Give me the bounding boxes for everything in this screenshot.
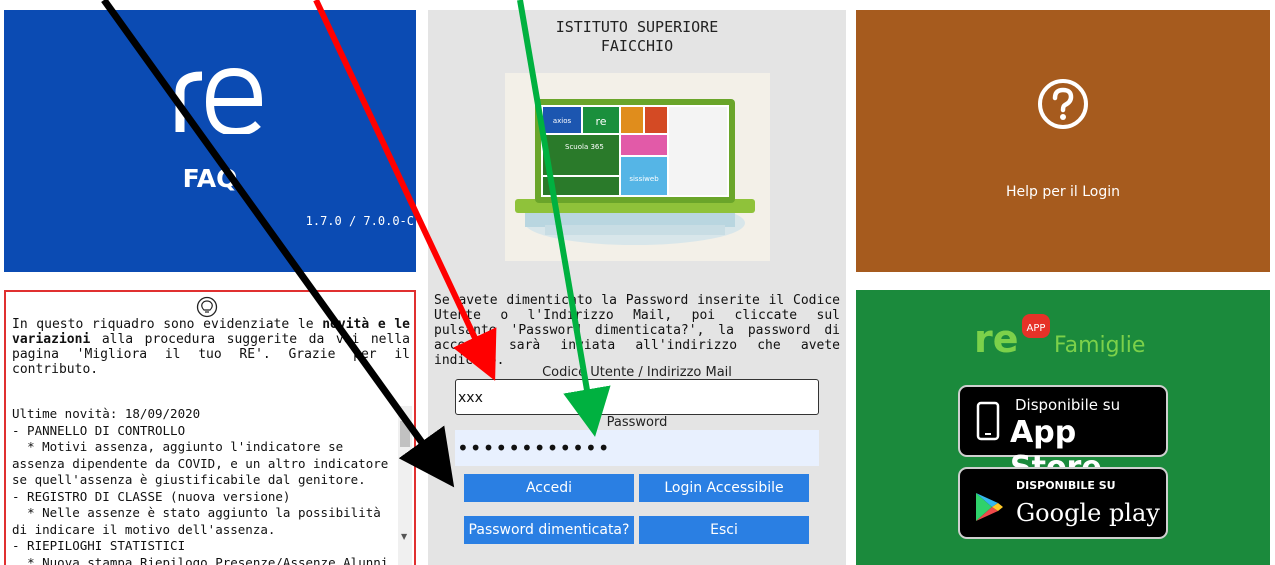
news-intro: In questo riquadro sono evidenziate le n… — [12, 317, 410, 377]
password-input[interactable]: •••••••••••• — [455, 430, 819, 466]
news-changelog[interactable]: Ultime novità: 18/09/2020 - PANNELLO DI … — [12, 406, 400, 565]
faq-tile[interactable]: FAQ 1.7.0 / 7.0.0-C — [4, 10, 416, 272]
app-badge: APP — [1027, 323, 1046, 334]
login-panel: ISTITUTO SUPERIORE FAICCHIO axios re Scu… — [428, 10, 846, 565]
news-panel: In questo riquadro sono evidenziate le n… — [4, 290, 416, 565]
phone-icon — [976, 401, 1000, 441]
faq-label: FAQ — [182, 164, 238, 193]
password-dimenticata-button[interactable]: Password dimenticata? — [464, 516, 634, 544]
famiglie-re-logo: re — [974, 317, 1019, 358]
screen-tile-axios: axios — [553, 117, 572, 125]
esci-button[interactable]: Esci — [639, 516, 809, 544]
forgot-password-info: Se avete dimenticato la Password inserit… — [434, 293, 840, 368]
screen-tile-scuola365: Scuola 365 — [565, 143, 604, 151]
famiglie-text: Famiglie — [1054, 333, 1145, 358]
screen-tile-re: re — [595, 115, 606, 128]
screen-tile-sissiweb: sissiweb — [629, 175, 659, 183]
app-store-badge[interactable]: Disponibile su App Store — [958, 385, 1168, 485]
laptop-illustration: axios re Scuola 365 sissiweb — [505, 73, 770, 261]
version-label: 1.7.0 / 7.0.0-C — [305, 214, 414, 228]
password-field-label: Password — [606, 415, 668, 430]
news-scrollbar[interactable]: ▼ — [398, 406, 412, 565]
app-famiglie-tile: re APP Famiglie Disponibile su App Store… — [856, 290, 1270, 565]
help-login-label: Help per il Login — [1005, 184, 1121, 200]
scroll-down-icon[interactable]: ▼ — [401, 532, 407, 541]
re-logo-icon — [175, 67, 263, 134]
user-code-input[interactable]: xxx — [455, 379, 819, 415]
google-play-icon — [976, 493, 1003, 521]
lightbulb-icon — [196, 296, 218, 318]
question-circle-icon — [1038, 79, 1088, 129]
accedi-button[interactable]: Accedi — [464, 474, 634, 502]
school-name: ISTITUTO SUPERIORE FAICCHIO — [555, 18, 719, 55]
re-famiglie-logo[interactable]: re APP Famiglie — [974, 312, 1154, 358]
google-play-badge[interactable]: DISPONIBILE SU Google play — [958, 467, 1168, 539]
help-login-tile[interactable]: Help per il Login — [856, 10, 1270, 272]
user-field-label: Codice Utente / Indirizzo Mail — [542, 365, 732, 380]
login-accessibile-button[interactable]: Login Accessibile — [639, 474, 809, 502]
scroll-thumb[interactable] — [400, 421, 410, 447]
